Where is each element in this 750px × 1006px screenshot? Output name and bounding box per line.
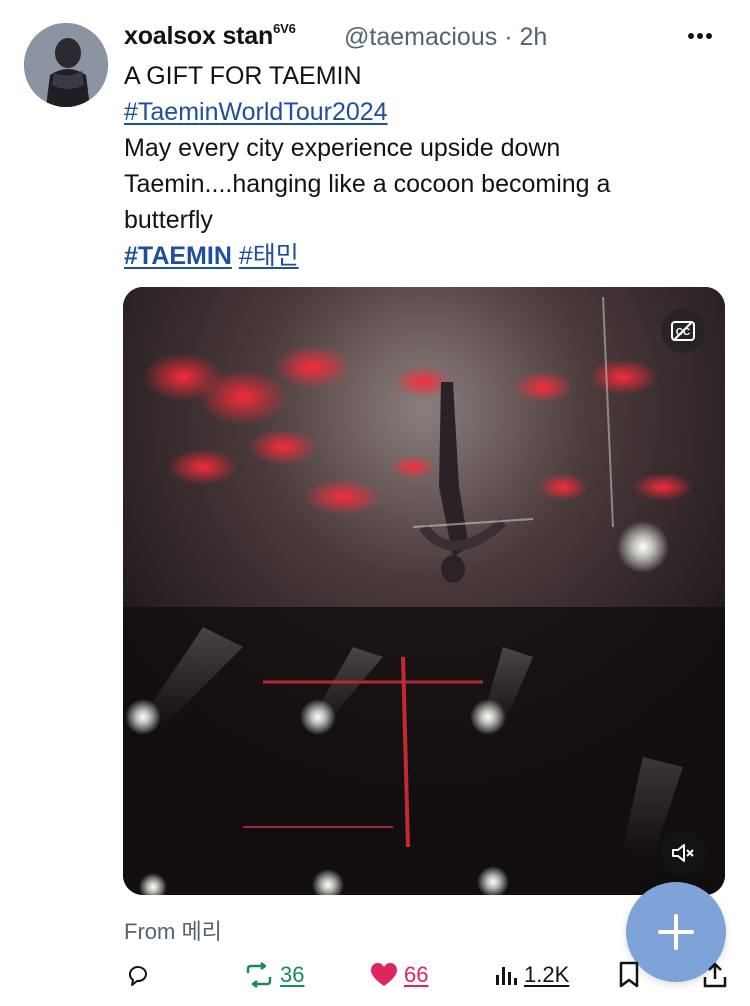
tweet-line-body-1: May every city experience upside down: [124, 134, 561, 162]
display-name-suffix: 6V6: [273, 20, 296, 36]
share-button[interactable]: [702, 958, 728, 992]
tweet-time[interactable]: · 2h: [504, 23, 547, 51]
reply-button[interactable]: [124, 958, 152, 992]
hashtag-worldtour[interactable]: #TaeminWorldTour2024: [124, 98, 388, 126]
retweet-button[interactable]: 36: [244, 958, 304, 992]
tweet-header: xoalsox stan6V6 @taemacious · 2h: [124, 20, 730, 54]
views-button[interactable]: 1.2K: [494, 958, 569, 992]
view-count: 1.2K: [524, 962, 570, 987]
heart-filled-icon: [371, 963, 397, 986]
share-icon: [703, 962, 727, 988]
like-button[interactable]: 66: [370, 958, 428, 992]
retweet-icon: [246, 962, 272, 988]
closed-captions-icon[interactable]: CC: [661, 309, 705, 353]
avatar-image: [24, 23, 108, 107]
avatar[interactable]: [24, 23, 108, 107]
retweet-count: 36: [280, 962, 305, 987]
tweet-line-body-3: butterfly: [124, 206, 213, 234]
like-count: 66: [404, 962, 429, 987]
more-icon[interactable]: [688, 26, 720, 50]
tweet-action-bar: 36 66 1.2K: [124, 958, 750, 992]
video-player[interactable]: CC: [123, 287, 725, 895]
bookmark-icon: [619, 961, 639, 988]
display-name[interactable]: xoalsox stan6V6: [124, 20, 296, 51]
display-name-text[interactable]: xoalsox stan: [124, 22, 273, 50]
video-frame: [123, 287, 725, 895]
analytics-bars-icon: [496, 967, 517, 985]
hashtag-taemin[interactable]: #TAEMIN: [124, 242, 232, 270]
hashtag-korean[interactable]: #태민: [239, 242, 299, 270]
handle-and-time: @taemacious · 2h: [344, 23, 547, 52]
tweet-line-title: A GIFT FOR TAEMIN: [124, 62, 362, 90]
tweet-line-body-2: Taemin....hanging like a cocoon becoming…: [124, 170, 611, 198]
bookmark-button[interactable]: [618, 958, 640, 992]
reply-bubble-icon: [129, 966, 147, 986]
speaker-muted-icon[interactable]: [661, 831, 705, 875]
plus-icon: [658, 914, 694, 950]
media-source-label[interactable]: From 메리: [124, 914, 222, 946]
user-handle[interactable]: @taemacious: [344, 23, 497, 51]
tweet-text: A GIFT FOR TAEMIN #TaeminWorldTour2024 M…: [124, 58, 724, 274]
